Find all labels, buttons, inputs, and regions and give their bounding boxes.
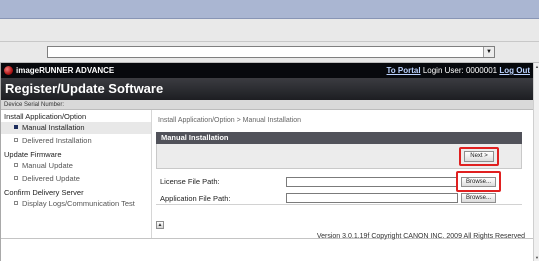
sidebar-item-delivered-update[interactable]: Delivered Update bbox=[1, 173, 151, 185]
highlight-box-browse bbox=[456, 171, 501, 192]
page-title-bar: Register/Update Software bbox=[1, 78, 534, 100]
sidebar-item-label: Manual Update bbox=[22, 161, 73, 170]
vertical-scrollbar[interactable]: ▲ ▼ bbox=[533, 63, 539, 261]
user-nav: To Portal Login User: 0000001 Log Out bbox=[387, 66, 530, 75]
window-title-bar bbox=[0, 0, 539, 19]
sidebar-section-confirm-delivery: Confirm Delivery Server bbox=[4, 188, 84, 197]
bullet-icon bbox=[14, 201, 18, 205]
sidebar-item-manual-installation[interactable]: Manual Installation bbox=[1, 122, 151, 134]
sidebar-item-manual-update[interactable]: Manual Update bbox=[1, 160, 151, 172]
brand-name: imageRUNNER ADVANCE bbox=[16, 66, 115, 75]
scroll-down-icon[interactable]: ▼ bbox=[534, 255, 539, 260]
application-file-input[interactable] bbox=[286, 193, 458, 203]
bullet-icon bbox=[14, 163, 18, 167]
sidebar-item-label: Display Logs/Communication Test bbox=[22, 199, 135, 208]
version-text: Version 3.0.1.19f Copyright CANON INC. 2… bbox=[316, 233, 525, 240]
bullet-icon bbox=[14, 176, 18, 180]
web-page: imageRUNNER ADVANCE To Portal Login User… bbox=[0, 63, 534, 261]
logout-link[interactable]: Log Out bbox=[499, 66, 530, 75]
breadcrumb: Install Application/Option > Manual Inst… bbox=[158, 117, 302, 124]
toolbar-divider bbox=[0, 41, 539, 42]
address-bar[interactable]: ▼ bbox=[47, 46, 495, 58]
device-serial-label: Device Serial Number: bbox=[1, 100, 534, 110]
panel-title: Manual Installation bbox=[156, 132, 522, 144]
license-file-label: License File Path: bbox=[160, 177, 220, 186]
sidebar-item-label: Delivered Update bbox=[22, 174, 80, 183]
canon-logo-icon bbox=[4, 66, 13, 75]
portal-link[interactable]: To Portal bbox=[387, 66, 421, 75]
sidebar-section-install: Install Application/Option bbox=[4, 112, 87, 121]
sidebar-section-update-firmware: Update Firmware bbox=[4, 150, 62, 159]
sidebar-item-label: Delivered Installation bbox=[22, 136, 92, 145]
scroll-to-top-icon[interactable]: ▲ bbox=[156, 221, 164, 229]
bullet-icon bbox=[14, 125, 18, 129]
panel-action-area: Next > bbox=[156, 144, 522, 169]
sidebar-item-label: Manual Installation bbox=[22, 123, 85, 132]
sidebar-item-display-logs[interactable]: Display Logs/Communication Test bbox=[1, 198, 151, 210]
sidebar: Install Application/Option Manual Instal… bbox=[1, 110, 152, 238]
brand-bar: imageRUNNER ADVANCE To Portal Login User… bbox=[1, 63, 534, 78]
sidebar-item-delivered-installation[interactable]: Delivered Installation bbox=[1, 135, 151, 147]
bullet-icon bbox=[14, 138, 18, 142]
chevron-down-icon[interactable]: ▼ bbox=[483, 47, 494, 57]
section-divider bbox=[156, 204, 522, 205]
page-title: Register/Update Software bbox=[5, 81, 164, 96]
login-user-label: Login User: 0000001 bbox=[422, 66, 498, 75]
license-file-input[interactable] bbox=[286, 177, 458, 187]
scroll-up-icon[interactable]: ▲ bbox=[534, 64, 539, 69]
application-file-label: Application File Path: bbox=[160, 194, 231, 203]
browser-toolbar: ▼ bbox=[0, 19, 539, 63]
application-browse-button[interactable]: Browse... bbox=[461, 193, 496, 203]
highlight-box-next bbox=[459, 147, 499, 166]
